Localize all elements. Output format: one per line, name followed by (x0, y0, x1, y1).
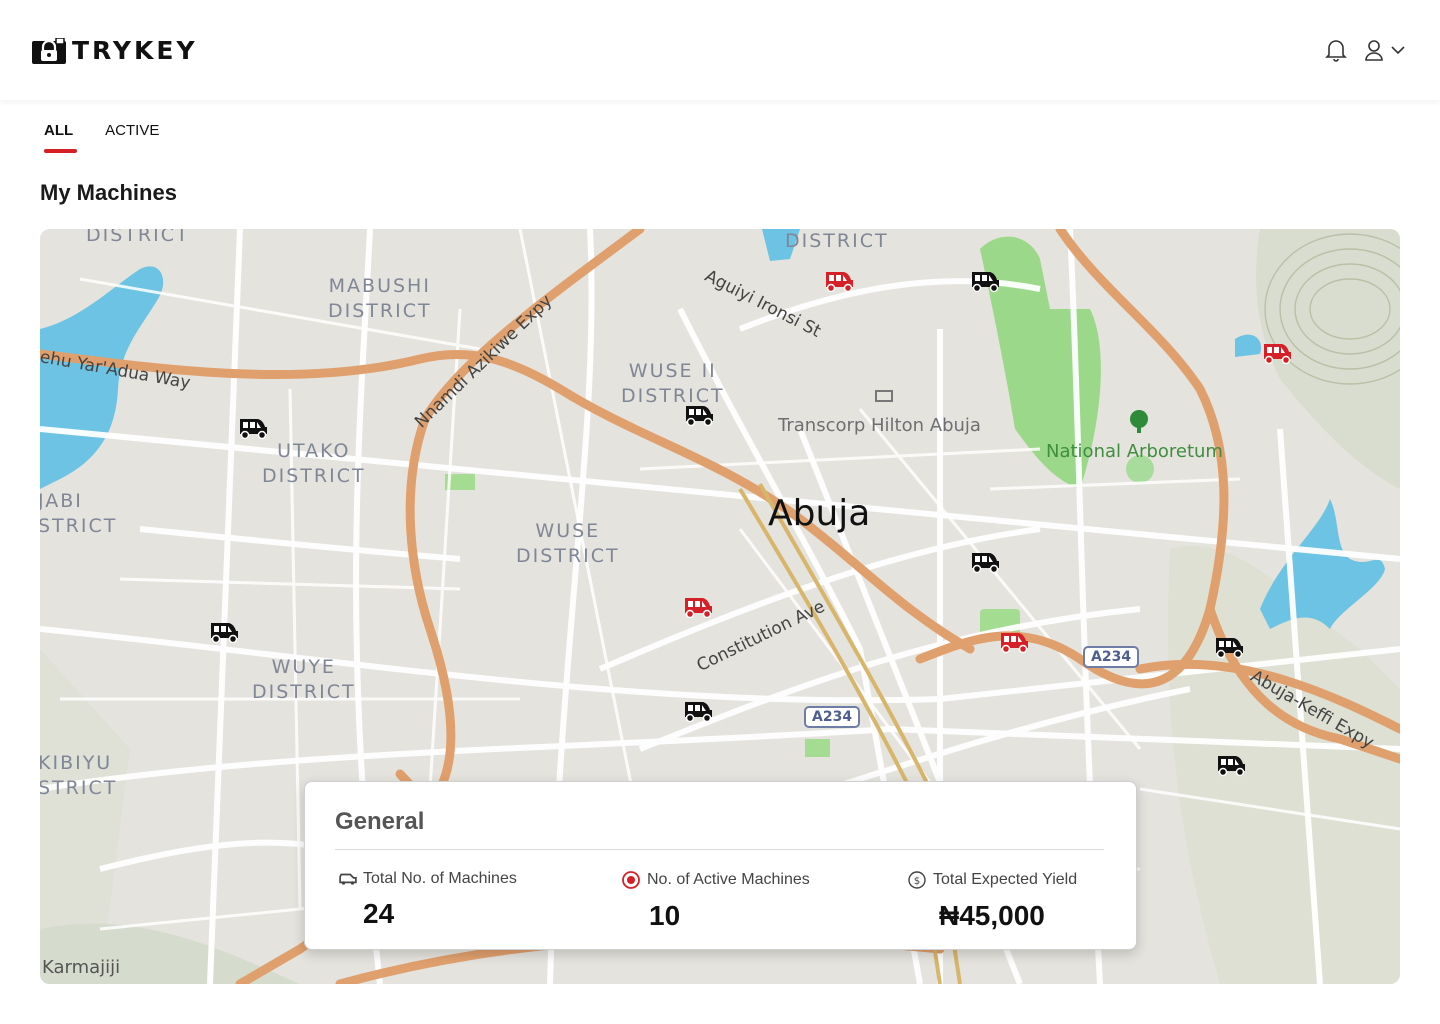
brand-name: TRYKEY (72, 36, 198, 65)
user-icon[interactable] (1362, 38, 1386, 62)
machine-marker-inactive[interactable] (1215, 753, 1247, 777)
machine-marker-active[interactable] (998, 630, 1030, 654)
machine-marker-active[interactable] (1261, 341, 1293, 365)
district-label-wuse: WUSE DISTRICT (516, 520, 620, 567)
tab-active[interactable]: ACTIVE (101, 120, 163, 151)
district-label-wuye: WUYE DISTRICT (252, 656, 356, 703)
machine-marker-inactive[interactable] (1213, 635, 1245, 659)
coin-icon: $ (908, 871, 926, 889)
machine-icon (339, 873, 357, 885)
district-label-mabushi: MABUSHI DISTRICT (328, 275, 432, 322)
machine-marker-inactive[interactable] (683, 403, 715, 427)
machine-marker-active[interactable] (823, 269, 855, 293)
chevron-down-icon[interactable] (1390, 38, 1406, 62)
machine-marker-inactive[interactable] (208, 620, 240, 644)
stat-expected-yield: $ Total Expected Yield ₦45,000 (907, 870, 1077, 932)
machine-marker-active[interactable] (682, 595, 714, 619)
poi-label-arboretum: National Arboretum (1046, 441, 1223, 462)
divider (335, 849, 1104, 850)
brand-logo[interactable]: TRYKEY (32, 36, 198, 65)
top-header: TRYKEY (0, 0, 1440, 100)
machine-marker-inactive[interactable] (969, 269, 1001, 293)
machine-marker-inactive[interactable] (237, 416, 269, 440)
stat-label: Total No. of Machines (363, 870, 517, 887)
poi-label-karmajiji: Karmajiji (42, 957, 121, 978)
district-label-utako: UTAKO DISTRICT (262, 440, 366, 487)
stat-label: No. of Active Machines (647, 871, 810, 888)
stat-value: 10 (649, 900, 681, 931)
district-label-wuse2: WUSE II DISTRICT (621, 360, 725, 407)
lock-logo-icon (32, 37, 66, 64)
bell-icon[interactable] (1324, 38, 1348, 62)
machine-marker-inactive[interactable] (969, 550, 1001, 574)
page-title: My Machines (40, 180, 177, 205)
district-label-jabi: JABI STRICT (40, 490, 118, 537)
city-label: Abuja (768, 493, 871, 534)
district-label-kibiyu: KIBIYU STRICT (40, 752, 118, 799)
stat-active-machines: No. of Active Machines 10 (621, 870, 810, 932)
poi-label-hilton: Transcorp Hilton Abuja (778, 415, 981, 436)
road-shield: A234 (804, 706, 861, 728)
stat-value: ₦45,000 (939, 900, 1045, 931)
card-title: General (335, 808, 425, 835)
user-menu[interactable] (1362, 38, 1406, 62)
stat-label: Total Expected Yield (933, 871, 1078, 888)
stat-total-machines: Total No. of Machines 24 (339, 870, 517, 930)
stat-value: 24 (363, 898, 395, 929)
district-label: DISTRICT (86, 229, 190, 246)
svg-text:$: $ (914, 876, 920, 887)
general-summary-card: General Total No. of Machines 24 No. of … (304, 781, 1137, 950)
district-label: DISTRICT (785, 230, 889, 252)
machine-tabs: ALL ACTIVE (40, 120, 163, 153)
active-dot-icon (622, 871, 640, 889)
road-shield: A234 (1083, 646, 1140, 668)
tab-all[interactable]: ALL (40, 120, 78, 153)
machine-marker-inactive[interactable] (682, 699, 714, 723)
